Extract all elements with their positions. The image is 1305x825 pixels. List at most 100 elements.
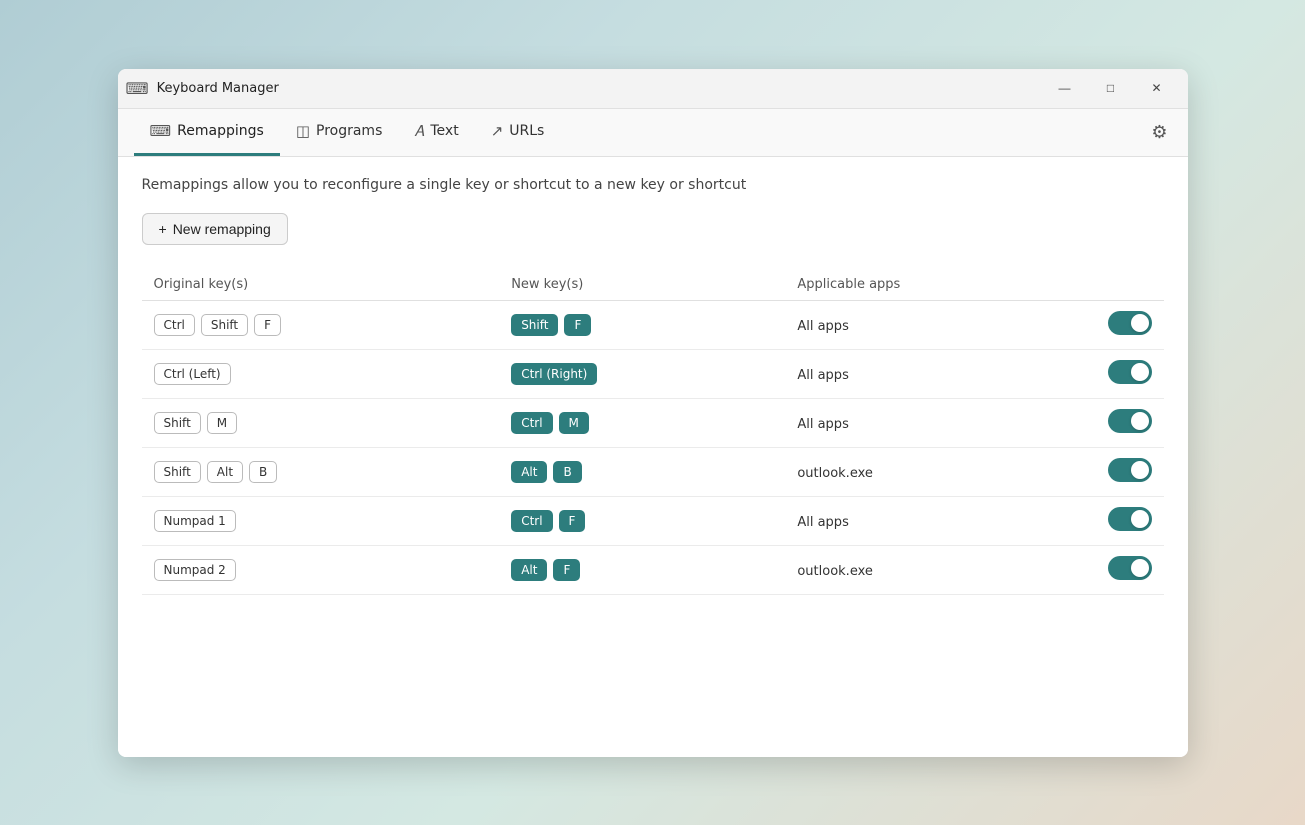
app-icon: ⌨ bbox=[126, 79, 149, 98]
new-key-badge: Ctrl (Right) bbox=[511, 363, 597, 385]
toggle-cell bbox=[1092, 300, 1164, 349]
original-keys-group: Ctrl (Left) bbox=[154, 363, 488, 385]
original-keys-cell: Shift M bbox=[142, 398, 500, 447]
new-keys-cell: Alt B bbox=[499, 447, 785, 496]
original-keys-group: Numpad 1 bbox=[154, 510, 488, 532]
new-remapping-button[interactable]: + New remapping bbox=[142, 213, 288, 245]
app-cell: outlook.exe bbox=[785, 545, 1092, 594]
new-remapping-label: New remapping bbox=[173, 221, 271, 237]
new-key-badge: Shift bbox=[511, 314, 558, 336]
app-cell: All apps bbox=[785, 496, 1092, 545]
header-apps: Applicable apps bbox=[785, 269, 1092, 301]
app-cell: All apps bbox=[785, 398, 1092, 447]
new-remapping-plus-icon: + bbox=[159, 221, 167, 237]
key-badge: Shift bbox=[154, 461, 201, 483]
toggle-cell bbox=[1092, 496, 1164, 545]
new-key-badge: F bbox=[564, 314, 591, 336]
original-keys-group: CtrlShiftF bbox=[154, 314, 488, 336]
toggle-cell bbox=[1092, 349, 1164, 398]
table-row: Numpad 2 Alt Foutlook.exe bbox=[142, 545, 1164, 594]
tab-programs[interactable]: ◫ Programs bbox=[280, 109, 399, 156]
new-keys-group: Ctrl (Right) bbox=[511, 363, 773, 385]
new-keys-group: CtrlF bbox=[511, 510, 773, 532]
remappings-tab-icon: ⌨ bbox=[150, 122, 172, 140]
urls-tab-icon: ↗ bbox=[491, 122, 504, 140]
key-badge: Shift bbox=[201, 314, 248, 336]
enable-toggle[interactable] bbox=[1108, 458, 1152, 482]
settings-button[interactable]: ⚙ bbox=[1147, 118, 1171, 147]
key-badge: M bbox=[207, 412, 237, 434]
window-title: Keyboard Manager bbox=[157, 81, 1042, 96]
toggle-cell bbox=[1092, 447, 1164, 496]
description-text: Remappings allow you to reconfigure a si… bbox=[142, 177, 1164, 193]
key-badge: F bbox=[254, 314, 281, 336]
app-cell: outlook.exe bbox=[785, 447, 1092, 496]
toggle-cell bbox=[1092, 545, 1164, 594]
tab-bar: ⌨ Remappings ◫ Programs 𝐴 Text ↗ URLs ⚙ bbox=[118, 109, 1188, 157]
content-area: Remappings allow you to reconfigure a si… bbox=[118, 157, 1188, 757]
tab-urls[interactable]: ↗ URLs bbox=[475, 109, 561, 156]
new-key-badge: M bbox=[559, 412, 589, 434]
app-cell: All apps bbox=[785, 300, 1092, 349]
key-badge: Numpad 2 bbox=[154, 559, 236, 581]
table-row: CtrlShiftFShiftFAll apps bbox=[142, 300, 1164, 349]
new-keys-group: Alt B bbox=[511, 461, 773, 483]
tab-remappings-label: Remappings bbox=[177, 123, 264, 139]
key-badge: Ctrl (Left) bbox=[154, 363, 231, 385]
enable-toggle[interactable] bbox=[1108, 556, 1152, 580]
key-badge: B bbox=[249, 461, 277, 483]
original-keys-group: Shift Alt B bbox=[154, 461, 488, 483]
original-keys-cell: Ctrl (Left) bbox=[142, 349, 500, 398]
new-key-badge: Alt bbox=[511, 559, 547, 581]
table-row: Numpad 1 CtrlF All apps bbox=[142, 496, 1164, 545]
header-original: Original key(s) bbox=[142, 269, 500, 301]
title-bar: ⌨ Keyboard Manager — □ ✕ bbox=[118, 69, 1188, 109]
maximize-button[interactable]: □ bbox=[1088, 72, 1134, 104]
enable-toggle[interactable] bbox=[1108, 360, 1152, 384]
header-toggle bbox=[1092, 269, 1164, 301]
original-keys-group: Numpad 2 bbox=[154, 559, 488, 581]
minimize-button[interactable]: — bbox=[1042, 72, 1088, 104]
key-badge: Numpad 1 bbox=[154, 510, 236, 532]
new-keys-cell: CtrlF bbox=[499, 496, 785, 545]
original-keys-cell: Numpad 1 bbox=[142, 496, 500, 545]
original-keys-cell: CtrlShiftF bbox=[142, 300, 500, 349]
new-keys-group: Shift F bbox=[511, 314, 773, 336]
enable-toggle[interactable] bbox=[1108, 507, 1152, 531]
app-label: All apps bbox=[797, 515, 849, 530]
tab-programs-label: Programs bbox=[316, 123, 382, 139]
new-key-badge: B bbox=[553, 461, 581, 483]
new-key-badge: Ctrl bbox=[511, 412, 552, 434]
original-keys-cell: Numpad 2 bbox=[142, 545, 500, 594]
table-row: Ctrl (Left) Ctrl (Right) All apps bbox=[142, 349, 1164, 398]
tab-urls-label: URLs bbox=[509, 123, 544, 139]
main-window: ⌨ Keyboard Manager — □ ✕ ⌨ Remappings ◫ … bbox=[118, 69, 1188, 757]
tab-text-label: Text bbox=[430, 123, 458, 139]
table-row: Shift M Ctrl M All apps bbox=[142, 398, 1164, 447]
new-keys-cell: Alt F bbox=[499, 545, 785, 594]
close-button[interactable]: ✕ bbox=[1134, 72, 1180, 104]
original-keys-cell: Shift Alt B bbox=[142, 447, 500, 496]
app-label: All apps bbox=[797, 417, 849, 432]
new-keys-group: Alt F bbox=[511, 559, 773, 581]
new-keys-cell: Shift F bbox=[499, 300, 785, 349]
new-key-badge: F bbox=[553, 559, 580, 581]
window-controls: — □ ✕ bbox=[1042, 72, 1180, 104]
app-label: outlook.exe bbox=[797, 466, 873, 481]
header-new: New key(s) bbox=[499, 269, 785, 301]
text-tab-icon: 𝐴 bbox=[414, 122, 424, 140]
tab-text[interactable]: 𝐴 Text bbox=[398, 109, 474, 156]
tab-remappings[interactable]: ⌨ Remappings bbox=[134, 109, 280, 156]
original-keys-group: Shift M bbox=[154, 412, 488, 434]
key-badge: Alt bbox=[207, 461, 243, 483]
key-badge: Shift bbox=[154, 412, 201, 434]
enable-toggle[interactable] bbox=[1108, 409, 1152, 433]
app-cell: All apps bbox=[785, 349, 1092, 398]
new-keys-cell: Ctrl (Right) bbox=[499, 349, 785, 398]
enable-toggle[interactable] bbox=[1108, 311, 1152, 335]
app-label: All apps bbox=[797, 368, 849, 383]
new-key-badge: F bbox=[559, 510, 586, 532]
app-label: outlook.exe bbox=[797, 564, 873, 579]
new-key-badge: Alt bbox=[511, 461, 547, 483]
new-keys-cell: Ctrl M bbox=[499, 398, 785, 447]
